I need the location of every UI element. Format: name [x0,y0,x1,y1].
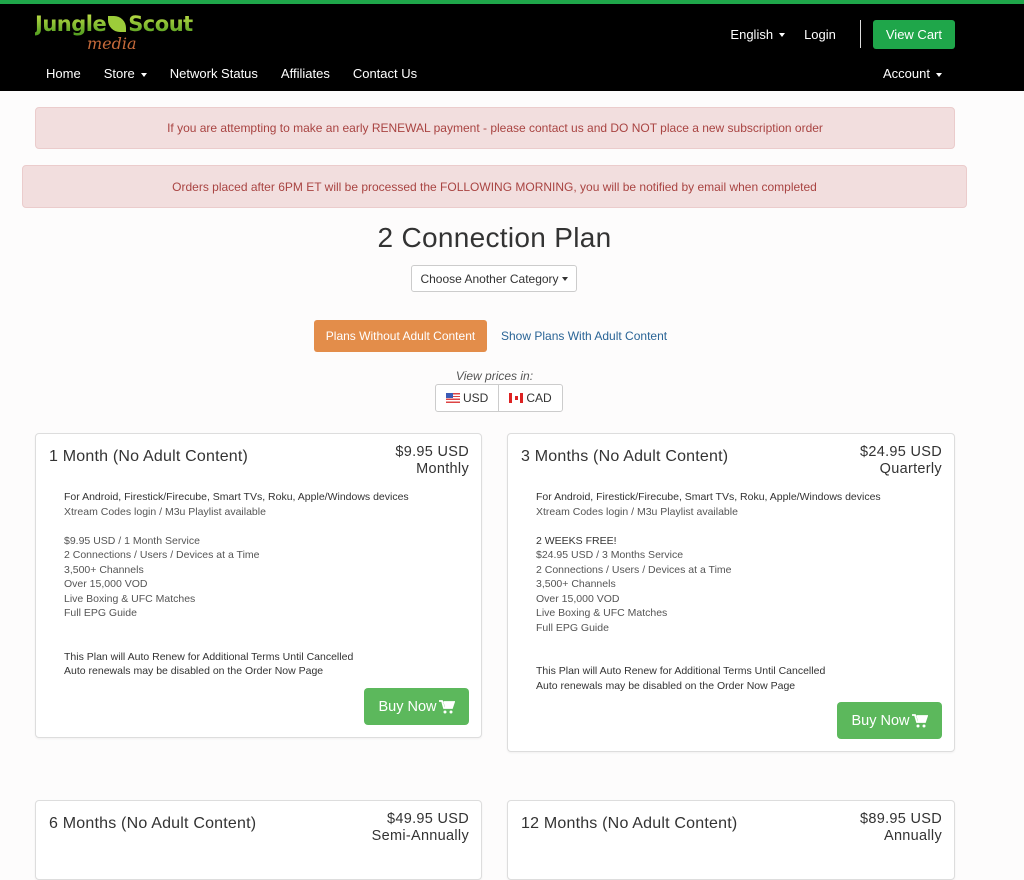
plan-price-amount: $9.95 USD [395,444,469,460]
leaf-icon [108,16,127,32]
plan-feature: 2 Connections / Users / Devices at a Tim… [64,549,260,561]
plan-description: For Android, Firestick/Firecube, Smart T… [536,490,881,693]
plan-feature: Over 15,000 VOD [536,592,620,605]
show-adult-plans-link[interactable]: Show Plans With Adult Content [501,329,667,343]
plan-devices: For Android, Firestick/Firecube, Smart T… [536,491,881,503]
plan-name: 6 Months (No Adult Content) [49,815,257,832]
plan-feature: Full EPG Guide [64,607,137,619]
site-header: Jungle Scout media English Login View Car… [0,4,1024,91]
plan-login-info: Xtream Codes login / M3u Playlist availa… [64,505,266,518]
logo-subtitle: media [87,34,137,53]
currency-label: USD [463,391,489,405]
plan-feature: 3,500+ Channels [536,578,616,590]
currency-label: CAD [526,391,552,405]
category-dropdown-label: Choose Another Category [420,271,559,286]
plan-renew-notice: This Plan will Auto Renew for Additional… [536,665,826,677]
logo-text-secondary: Scout [128,12,193,36]
plan-devices: For Android, Firestick/Firecube, Smart T… [64,491,409,503]
nav-label: Network Status [169,66,258,81]
plan-card-3-months: 3 Months (No Adult Content) $24.95 USD Q… [507,433,955,752]
nav-item-affiliates[interactable]: Affiliates [281,66,330,81]
plan-feature: $24.95 USD / 3 Months Service [536,549,684,561]
plan-feature: Live Boxing & UFC Matches [536,607,668,619]
plan-price-amount: $89.95 USD [860,811,942,827]
shopping-cart-icon [438,699,455,714]
plan-card-1-month: 1 Month (No Adult Content) $9.95 USD Mon… [35,433,482,738]
plan-billing-cycle: Semi-Annually [371,828,469,844]
buy-now-button[interactable]: Buy Now [837,702,942,739]
plan-price: $24.95 USD Quarterly [860,444,942,478]
plan-billing-cycle: Quarterly [879,461,942,477]
plan-price: $49.95 USD Semi-Annually [372,811,469,845]
ca-flag-icon [509,393,524,403]
caret-down-icon [779,33,786,38]
plan-feature: 2 Connections / Users / Devices at a Tim… [536,563,732,576]
caret-down-icon [936,72,942,77]
plans-without-adult-button[interactable]: Plans Without Adult Content [314,320,487,352]
buy-now-label: Buy Now [851,712,910,729]
plan-card-6-months: 6 Months (No Adult Content) $49.95 USD S… [35,800,482,880]
account-dropdown[interactable]: Account [883,66,942,81]
buy-now-button[interactable]: Buy Now [364,688,469,725]
brand-logo[interactable]: Jungle Scout media [35,10,200,54]
plan-renew-notice: This Plan will Auto Renew for Additional… [64,650,354,663]
plan-promo: 2 WEEKS FREE! [536,534,617,547]
nav-item-network-status[interactable]: Network Status [170,66,258,81]
shopping-cart-icon [911,713,928,728]
plan-description: For Android, Firestick/Firecube, Smart T… [64,490,409,679]
login-link[interactable]: Login [804,27,836,42]
header-utilities: English Login View Cart [711,18,955,50]
nav-label: Affiliates [280,66,330,81]
plan-login-info: Xtream Codes login / M3u Playlist availa… [536,505,738,518]
account-label: Account [883,66,930,81]
caret-down-icon [140,72,147,77]
buy-now-label: Buy Now [378,698,437,715]
currency-selector: USD CAD [435,384,563,412]
view-prices-label: View prices in: [455,369,534,383]
language-dropdown[interactable]: English [730,26,786,42]
plan-price-amount: $24.95 USD [860,444,942,460]
plan-feature: Full EPG Guide [536,621,609,634]
plan-card-12-months: 12 Months (No Adult Content) $89.95 USD … [507,800,955,880]
page-title: 2 Connection Plan [377,222,612,253]
nav-item-contact-us[interactable]: Contact Us [353,66,417,81]
nav-item-home[interactable]: Home [46,66,81,81]
currency-cad-button[interactable]: CAD [498,385,561,411]
plan-price-amount: $49.95 USD [387,811,469,827]
nav-item-store[interactable]: Store [104,66,147,81]
header-divider [859,20,861,48]
nav-label: Store [103,66,135,81]
plan-name: 12 Months (No Adult Content) [521,815,738,832]
nav-label: Home [46,66,81,81]
plan-feature: Live Boxing & UFC Matches [64,592,196,605]
currency-usd-button[interactable]: USD [436,385,498,411]
plan-billing-cycle: Monthly [416,461,469,477]
nav-label: Contact Us [352,66,418,81]
main-nav: Home Store Network Status Affiliates Con… [46,66,440,81]
plan-feature: Over 15,000 VOD [64,578,148,590]
plan-feature: 3,500+ Channels [64,563,144,576]
plan-price: $9.95 USD Monthly [395,444,469,478]
plan-feature: $9.95 USD / 1 Month Service [64,534,200,547]
us-flag-icon [446,393,460,403]
language-label: English [730,26,774,42]
plan-renew-note: Auto renewals may be disabled on the Ord… [536,679,796,692]
processing-alert: Orders placed after 6PM ET will be proce… [22,165,967,208]
view-cart-button[interactable]: View Cart [872,19,955,49]
logo-wordmark: Jungle Scout [35,12,193,36]
renewal-alert: If you are attempting to make an early R… [35,107,955,149]
plan-name: 1 Month (No Adult Content) [49,448,249,465]
plan-billing-cycle: Annually [883,828,942,844]
plan-renew-note: Auto renewals may be disabled on the Ord… [64,665,324,677]
plan-name: 3 Months (No Adult Content) [521,448,729,465]
logo-text-main: Jungle [35,12,107,36]
caret-down-icon [561,276,568,281]
plan-price: $89.95 USD Annually [860,811,942,845]
category-dropdown[interactable]: Choose Another Category [411,265,577,292]
